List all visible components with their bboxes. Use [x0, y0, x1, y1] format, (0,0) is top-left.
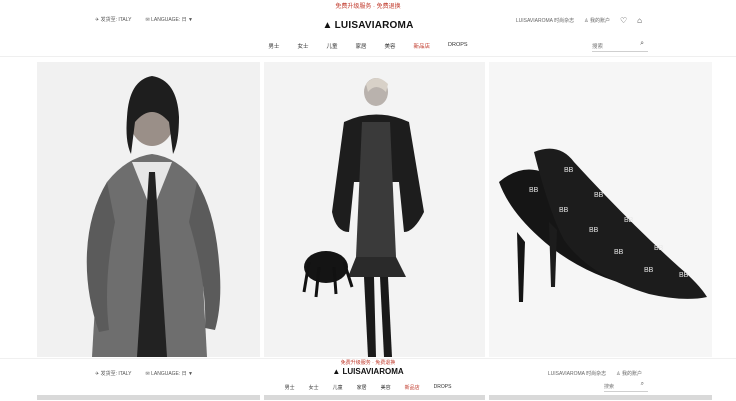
logo-triangle-icon: ▲ [322, 20, 333, 31]
svg-text:BB: BB [564, 167, 574, 174]
logo-text: LUISAVIAROMA [334, 20, 414, 31]
svg-text:BB: BB [624, 217, 634, 224]
sticky-magazine-link[interactable]: LUISAVIAROMA 时尚杂志 [548, 370, 606, 377]
sticky-nav-item-beauty[interactable]: 美容 [381, 384, 391, 391]
search-input[interactable]: 搜索 ⌕ [592, 40, 648, 52]
svg-text:BB: BB [679, 272, 689, 279]
svg-text:BB: BB [594, 192, 604, 199]
sticky-account-controls: LUISAVIAROMA 时尚杂志 ♙ 我的账户 [548, 370, 642, 377]
nav-item-men[interactable]: 男士 [268, 42, 279, 56]
nav-item-home[interactable]: 家居 [355, 42, 366, 56]
nav-item-kids[interactable]: 儿童 [326, 42, 337, 56]
search-placeholder: 搜索 [592, 44, 604, 50]
sticky-search-input[interactable]: 搜索 ⌕ [604, 381, 648, 392]
svg-text:BB: BB [654, 245, 664, 252]
header-divider [0, 56, 736, 57]
hero-tile-shoes[interactable]: BB BB BB BB BB BB BB BB BB BB [489, 62, 712, 357]
promo-banner[interactable]: 免费升级服务 · 免费退换 [0, 0, 736, 14]
nav-item-drops[interactable]: DROPS [448, 42, 468, 56]
search-icon[interactable]: ⌕ [640, 40, 644, 48]
svg-text:BB: BB [644, 267, 654, 274]
sticky-promo-banner[interactable]: 免费升级服务 · 免费退换 [0, 359, 736, 367]
next-row-preview [0, 395, 736, 400]
women-dress-photo [264, 62, 485, 357]
svg-text:BB: BB [529, 187, 539, 194]
hero-tile-women[interactable] [264, 62, 485, 357]
sticky-search-placeholder: 搜索 [604, 384, 615, 390]
sticky-nav-item-new-store[interactable]: 新品店 [405, 384, 420, 391]
svg-text:BB: BB [589, 227, 599, 234]
sticky-account-link[interactable]: ♙ 我的账户 [616, 370, 642, 377]
nav-item-new-store[interactable]: 新品店 [414, 42, 431, 56]
svg-text:BB: BB [559, 207, 569, 214]
sticky-search-icon[interactable]: ⌕ [641, 381, 644, 388]
sticky-nav-item-home[interactable]: 家居 [357, 384, 367, 391]
logo-pumps-photo: BB BB BB BB BB BB BB BB BB BB [489, 62, 712, 357]
next-tile-3[interactable] [489, 395, 712, 400]
nav-item-women[interactable]: 女士 [297, 42, 308, 56]
hero-tile-men[interactable] [37, 62, 260, 357]
sticky-nav-item-drops[interactable]: DROPS [434, 384, 452, 391]
nav-item-beauty[interactable]: 美容 [384, 42, 395, 56]
next-tile-1[interactable] [37, 395, 260, 400]
sticky-nav-item-women[interactable]: 女士 [309, 384, 319, 391]
next-tile-2[interactable] [264, 395, 485, 400]
site-logo[interactable]: ▲ LUISAVIAROMA [0, 20, 736, 31]
svg-text:BB: BB [614, 249, 624, 256]
men-coat-photo [37, 62, 260, 357]
sticky-nav-item-kids[interactable]: 儿童 [333, 384, 343, 391]
sticky-nav-item-men[interactable]: 男士 [285, 384, 295, 391]
